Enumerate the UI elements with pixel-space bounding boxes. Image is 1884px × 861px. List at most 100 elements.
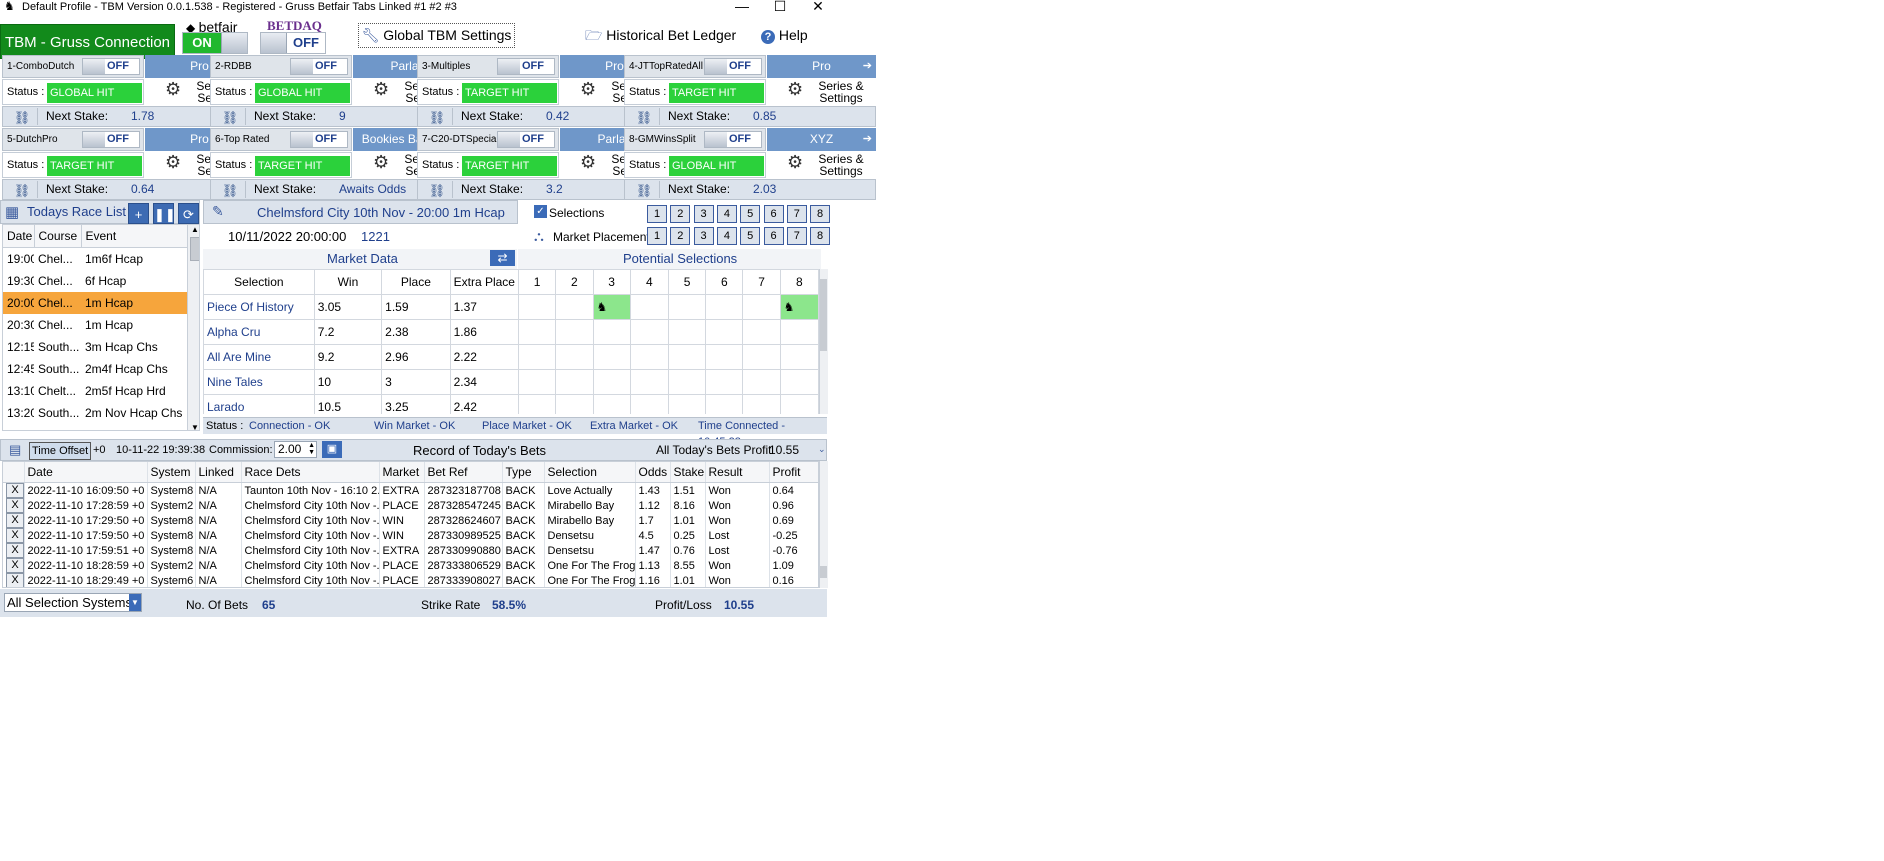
column-header-odds[interactable]: Odds [635,462,671,483]
column-header-1[interactable]: 1 [518,269,557,295]
potential-selection-cell[interactable] [555,344,594,370]
placement-number-button[interactable]: 6 [763,227,784,245]
column-header-event[interactable]: Event [81,225,188,248]
potential-selection-cell[interactable] [592,319,631,345]
system-mode-button[interactable]: Pro ➔ [767,55,876,78]
potential-selection-cell[interactable] [629,344,669,370]
column-header-linked[interactable]: Linked [195,462,242,483]
selection-number-button[interactable]: 5 [740,205,761,223]
link-icon[interactable]: ⛓ [7,108,38,125]
chevron-down-icon[interactable]: ▼ [129,594,141,611]
selection-number-button[interactable]: 3 [693,205,714,223]
column-header-profit[interactable]: Profit [769,462,818,483]
scroll-up-icon[interactable]: ▲ [188,225,199,234]
potential-selection-cell[interactable] [555,369,594,395]
potential-selection-cell[interactable]: ♞ [592,294,631,320]
potential-selection-cell[interactable] [742,394,781,414]
save-icon[interactable]: ▣ [322,441,342,458]
market-row[interactable]: Nine Tales 10 3 2.34 [203,369,819,395]
bet-row[interactable]: X 2022-11-10 18:29:49 +0 System6 N/A Chelmsf… [3,573,818,587]
column-header-course[interactable]: Course [34,225,82,248]
historical-ledger-button[interactable]: 🗁︎ Historical Bet Ledger [585,21,736,49]
column-header-2[interactable]: 2 [555,269,594,295]
refresh-icon[interactable]: ⟳ [178,203,199,224]
system-toggle[interactable]: OFF [290,131,348,148]
time-offset-button[interactable]: Time Offset [29,442,92,460]
potential-selection-cell[interactable] [742,319,781,345]
selection-number-button[interactable]: 6 [763,205,784,223]
race-list-row[interactable]: 13:35Newc...1m4f Hcap [3,424,187,430]
potential-selection-cell[interactable] [705,344,744,370]
potential-selection-cell[interactable] [779,394,819,414]
column-header-stake[interactable]: Stake [670,462,706,483]
column-header-4[interactable]: 4 [629,269,669,295]
potential-selection-cell[interactable] [705,294,744,320]
chevron-down-icon[interactable]: ⌄ [818,444,826,455]
potential-selection-cell[interactable] [629,294,669,320]
betdaq-toggle[interactable]: OFF [260,32,326,54]
potential-selection-cell[interactable] [667,344,707,370]
system-filter-select[interactable]: All Selection Systems ▼ [4,593,142,612]
potential-selection-cell[interactable] [592,369,631,395]
bet-row[interactable]: X 2022-11-10 16:09:50 +0 System8 N/A Taunton… [3,482,818,498]
potential-selection-cell[interactable] [629,369,669,395]
column-header-system[interactable]: System [147,462,196,483]
column-header-3[interactable]: 3 [592,269,631,295]
market-row[interactable]: Larado 10.5 3.25 2.42 [203,394,819,414]
bet-row[interactable]: X 2022-11-10 17:28:59 +0 System2 N/A Chelmsf… [3,498,818,513]
commission-input[interactable]: 2.00 ▲ ▼ [274,441,317,458]
global-settings-button[interactable]: 🔧︎ Global TBM Settings [358,23,515,48]
column-header-result[interactable]: Result [705,462,770,483]
scrollbar-thumb[interactable] [190,237,199,261]
column-header-type[interactable]: Type [502,462,545,483]
potential-selection-cell[interactable] [518,394,557,414]
column-header-market[interactable]: Market [379,462,425,483]
delete-bet-button[interactable]: X [6,528,23,543]
potential-selection-cell[interactable] [779,319,819,345]
column-header-8[interactable]: 8 [779,269,819,295]
link-icon[interactable]: ⛓ [422,181,453,198]
column-header-6[interactable]: 6 [705,269,744,295]
system-toggle[interactable]: OFF [497,58,555,75]
potential-selection-cell[interactable] [518,294,557,320]
potential-selection-cell[interactable] [667,319,707,345]
potential-selection-cell[interactable] [667,369,707,395]
potential-selection-cell[interactable]: ♞ [779,294,819,320]
race-list-scrollbar[interactable]: ▲ ▼ [187,225,199,430]
gruss-connection-button[interactable]: TBM - Gruss Connection [0,24,175,59]
scroll-down-icon[interactable]: ▼ [188,423,199,430]
market-row[interactable]: All Are Mine 9.2 2.96 2.22 [203,344,819,370]
potential-selection-cell[interactable] [518,319,557,345]
column-header-bet-ref[interactable]: Bet Ref [424,462,503,483]
column-header-race-dets[interactable]: Race Dets [241,462,380,483]
column-header-selection[interactable]: Selection [203,269,315,295]
race-list-row[interactable]: 12:15 South... 3m Hcap Chs [3,336,187,358]
system-toggle[interactable]: OFF [290,58,348,75]
link-icon[interactable]: ⛓ [629,108,660,125]
delete-bet-button[interactable]: X [6,498,23,513]
bet-row[interactable]: X 2022-11-10 17:59:51 +0 System8 N/A Chelmsf… [3,543,818,558]
potential-selection-cell[interactable] [518,369,557,395]
column-header-win[interactable]: Win [313,269,383,295]
selection-number-button[interactable]: 2 [670,205,691,223]
column-header-date[interactable]: Date [3,225,35,248]
link-icon[interactable]: ⛓ [422,108,453,125]
delete-bet-button[interactable]: X [6,513,23,528]
potential-selection-cell[interactable] [592,394,631,414]
edit-pencil-icon[interactable]: ✎ [212,203,224,220]
potential-selection-cell[interactable] [629,319,669,345]
link-icon[interactable]: ⛓ [215,181,246,198]
link-icon[interactable]: ⛓ [629,181,660,198]
market-row[interactable]: Alpha Cru 7.2 2.38 1.86 [203,319,819,345]
race-list-row[interactable]: 12:45 South... 2m4f Hcap Chs [3,358,187,380]
scrollbar-thumb[interactable] [820,566,827,578]
minimize-button[interactable]: — [733,0,751,13]
potential-selection-cell[interactable] [705,319,744,345]
delete-bet-button[interactable]: X [6,483,23,498]
potential-selection-cell[interactable] [518,344,557,370]
maximize-button[interactable]: ☐ [771,0,789,13]
system-toggle[interactable]: OFF [704,58,762,75]
system-toggle[interactable]: OFF [82,131,140,148]
system-toggle[interactable]: OFF [82,58,140,75]
add-race-icon[interactable]: + [128,203,149,224]
